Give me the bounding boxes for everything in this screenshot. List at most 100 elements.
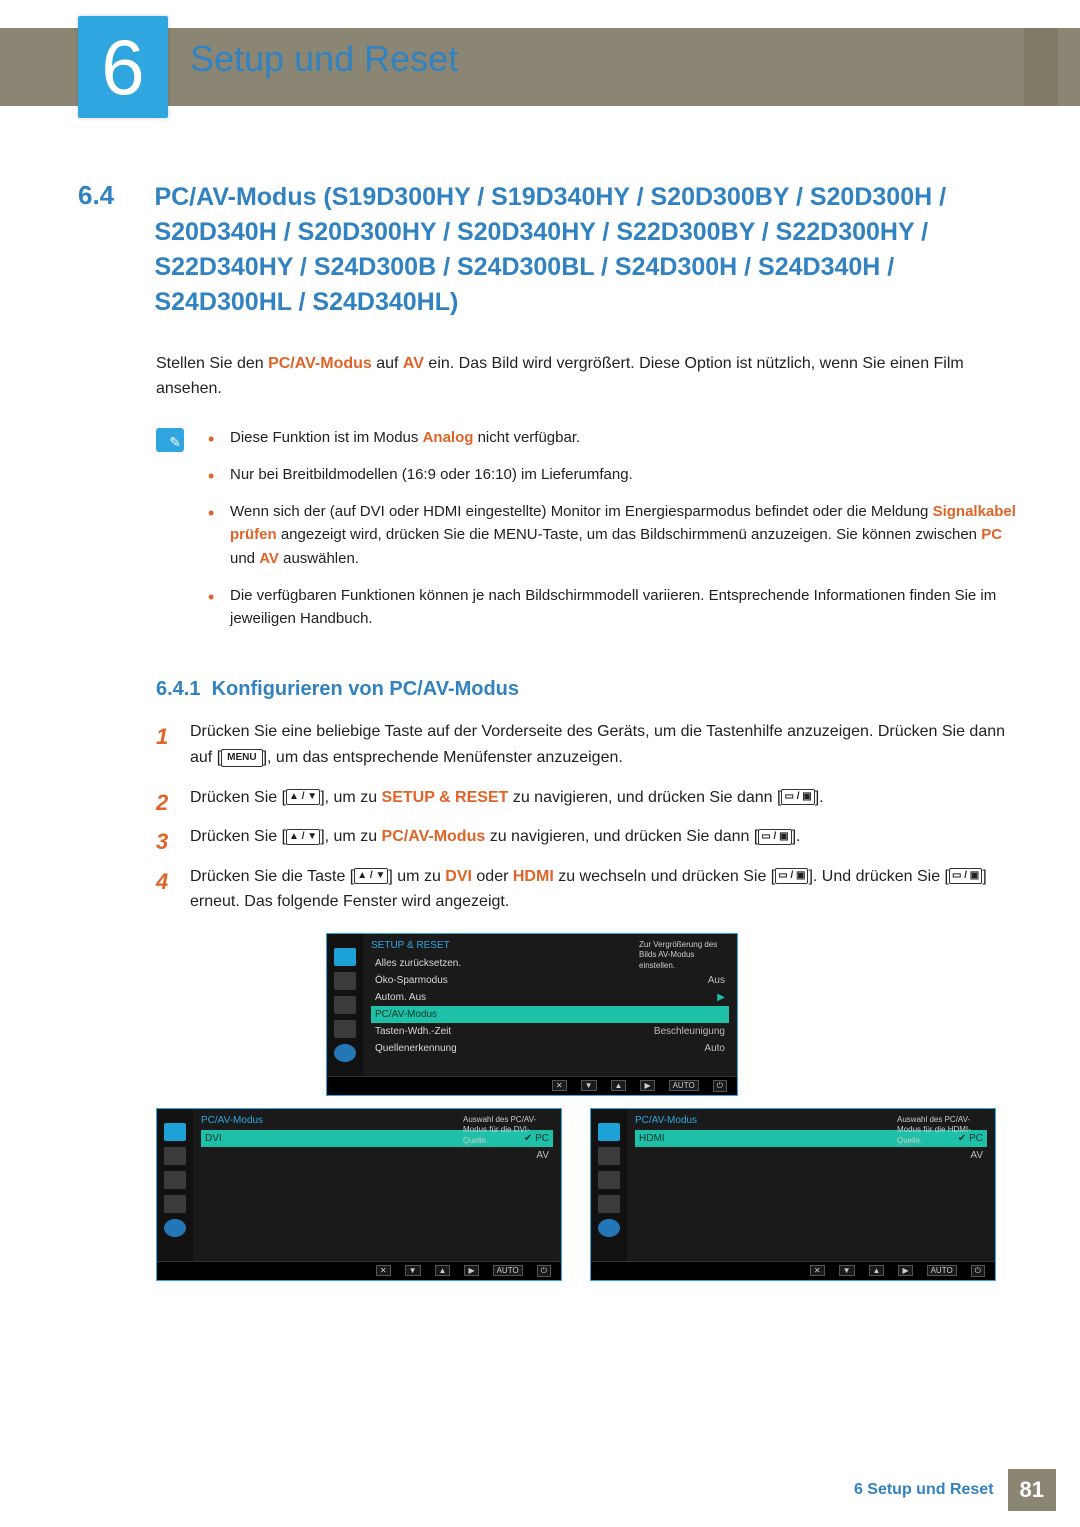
text: oder (472, 868, 513, 885)
osd-button-bar: ✕ ▼ ▲ ▶ AUTO ⏻ (157, 1261, 561, 1280)
text: auswählen. (279, 550, 359, 567)
select-key-icon: ▭ / ▣ (949, 868, 982, 884)
close-key-icon: ✕ (376, 1265, 391, 1276)
osd-setup-reset: SETUP & RESET Alles zurücksetzen. Öko-Sp… (326, 933, 738, 1096)
footer: 6 Setup und Reset 81 (854, 1469, 1056, 1511)
text: ], um zu (320, 789, 381, 806)
text: ], um zu (320, 828, 381, 845)
step-1: 1 Drücken Sie eine beliebige Taste auf d… (156, 719, 1020, 770)
osd-hdmi: PC/AV-Modus HDMI✔ PC AV Auswahl des PC/A… (590, 1108, 996, 1281)
power-key-icon: ⏻ (537, 1265, 551, 1277)
osd-label: Alles zurücksetzen. (375, 958, 461, 969)
text: Stellen Sie den (156, 355, 268, 372)
power-key-icon: ⏻ (713, 1080, 727, 1092)
auto-key-icon: AUTO (927, 1265, 957, 1276)
menu-key-icon: MENU (221, 749, 262, 767)
down-key-icon: ▼ (581, 1080, 597, 1091)
arrow-right-icon: ▶ (717, 1009, 725, 1020)
note-list: Diese Funktion ist im Modus Analog nicht… (208, 426, 1020, 645)
section-title: PC/AV-Modus (S19D300HY / S19D340HY / S20… (154, 180, 994, 320)
highlight-text: PC (981, 526, 1002, 543)
step-3: 3 Drücken Sie [▲ / ▼], um zu PC/AV-Modus… (156, 824, 1020, 850)
content: 6.4 PC/AV-Modus (S19D300HY / S19D340HY /… (78, 180, 1020, 1281)
list-item: Nur bei Breitbildmodellen (16:9 oder 16:… (208, 463, 1020, 486)
size-icon (164, 1171, 186, 1189)
footer-label: 6 Setup und Reset (854, 1481, 994, 1499)
text: Drücken Sie [ (190, 789, 286, 806)
highlight-text: AV (259, 550, 279, 567)
down-key-icon: ▼ (839, 1265, 855, 1276)
osd-row: AV (635, 1147, 987, 1164)
section-number: 6.4 (78, 180, 150, 211)
osd-label: HDMI (639, 1133, 665, 1144)
right-key-icon: ▶ (464, 1265, 478, 1276)
osd-menu: PC/AV-Modus DVI✔ PC AV Auswahl des PC/AV… (193, 1109, 561, 1261)
text: Diese Funktion ist im Modus (230, 429, 423, 446)
step-number: 3 (156, 824, 168, 859)
step-number: 2 (156, 785, 168, 820)
osd-label: Autom. Aus (375, 992, 426, 1003)
osd-row: Öko-Sparmodus Aus (371, 972, 729, 989)
text: ] um zu (388, 868, 445, 885)
osd-row: Tasten-Wdh.-ZeitBeschleunigung (371, 1023, 729, 1040)
steps-list: 1 Drücken Sie eine beliebige Taste auf d… (156, 719, 1020, 915)
osd-row: Autom. Aus ▶ (371, 989, 729, 1006)
menu-icon (164, 1147, 186, 1165)
highlight-text: AV (403, 355, 424, 372)
monitor-icon (164, 1123, 186, 1141)
osd-menu: SETUP & RESET Alles zurücksetzen. Öko-Sp… (363, 934, 737, 1076)
step-4: 4 Drücken Sie die Taste [▲ / ▼] um zu DV… (156, 864, 1020, 915)
up-key-icon: ▲ (869, 1265, 885, 1276)
header-accent (1024, 28, 1058, 106)
highlight-text: PC/AV-Modus (268, 355, 372, 372)
osd-label: Öko-Sparmodus (375, 975, 448, 986)
highlight-text: Analog (423, 429, 474, 446)
step-number: 1 (156, 719, 168, 754)
step-number: 4 (156, 864, 168, 899)
close-key-icon: ✕ (810, 1265, 825, 1276)
osd-row: QuellenerkennungAuto (371, 1040, 729, 1057)
text: zu wechseln und drücken Sie [ (554, 868, 775, 885)
arrow-right-icon: ▶ (717, 992, 725, 1003)
osd-button-bar: ✕ ▼ ▲ ▶ AUTO ⏻ (591, 1261, 995, 1280)
osd-hint: Auswahl des PC/AV-Modus für die DVI-Quel… (463, 1115, 555, 1146)
note-icon (156, 428, 184, 452)
monitor-icon (598, 1123, 620, 1141)
gear-icon (334, 1020, 356, 1038)
info-box: Diese Funktion ist im Modus Analog nicht… (156, 426, 1020, 645)
updown-key-icon: ▲ / ▼ (286, 789, 320, 805)
highlight-text: SETUP & RESET (382, 789, 509, 806)
text: angezeigt wird, drücken Sie die MENU-Tas… (277, 526, 982, 543)
right-key-icon: ▶ (898, 1265, 912, 1276)
osd-dvi: PC/AV-Modus DVI✔ PC AV Auswahl des PC/AV… (156, 1108, 562, 1281)
osd-label: PC/AV-Modus (375, 1009, 437, 1020)
osd-row: AV (201, 1147, 553, 1164)
select-key-icon: ▭ / ▣ (758, 829, 791, 845)
highlight-text: DVI (445, 868, 472, 885)
select-key-icon: ▭ / ▣ (775, 868, 808, 884)
text: ]. (815, 789, 824, 806)
auto-key-icon: AUTO (493, 1265, 523, 1276)
osd-sidebar (591, 1109, 627, 1261)
chapter-number-box: 6 (78, 16, 168, 118)
subsection-heading: 6.4.1 Konfigurieren von PC/AV-Modus (156, 678, 1020, 701)
power-key-icon: ⏻ (971, 1265, 985, 1277)
text: zu navigieren, und drücken Sie dann [ (508, 789, 781, 806)
subsection-number: 6.4.1 (156, 678, 200, 700)
osd-value: Aus (708, 975, 725, 986)
osd-sidebar (157, 1109, 193, 1261)
updown-key-icon: ▲ / ▼ (286, 829, 320, 845)
page-number: 81 (1008, 1469, 1056, 1511)
list-item: Diese Funktion ist im Modus Analog nicht… (208, 426, 1020, 449)
osd-label: Quellenerkennung (375, 1043, 457, 1054)
highlight-text: HDMI (513, 868, 554, 885)
gear-icon (598, 1195, 620, 1213)
right-key-icon: ▶ (640, 1080, 654, 1091)
osd-label: DVI (205, 1133, 222, 1144)
osd-menu: PC/AV-Modus HDMI✔ PC AV Auswahl des PC/A… (627, 1109, 995, 1261)
text: auf (372, 355, 403, 372)
step-2: 2 Drücken Sie [▲ / ▼], um zu SETUP & RES… (156, 785, 1020, 811)
auto-key-icon: AUTO (669, 1080, 699, 1091)
osd-hint: Zur Vergrößerung des Bilds AV-Modus eins… (639, 940, 731, 971)
chapter-title: Setup und Reset (190, 38, 458, 80)
